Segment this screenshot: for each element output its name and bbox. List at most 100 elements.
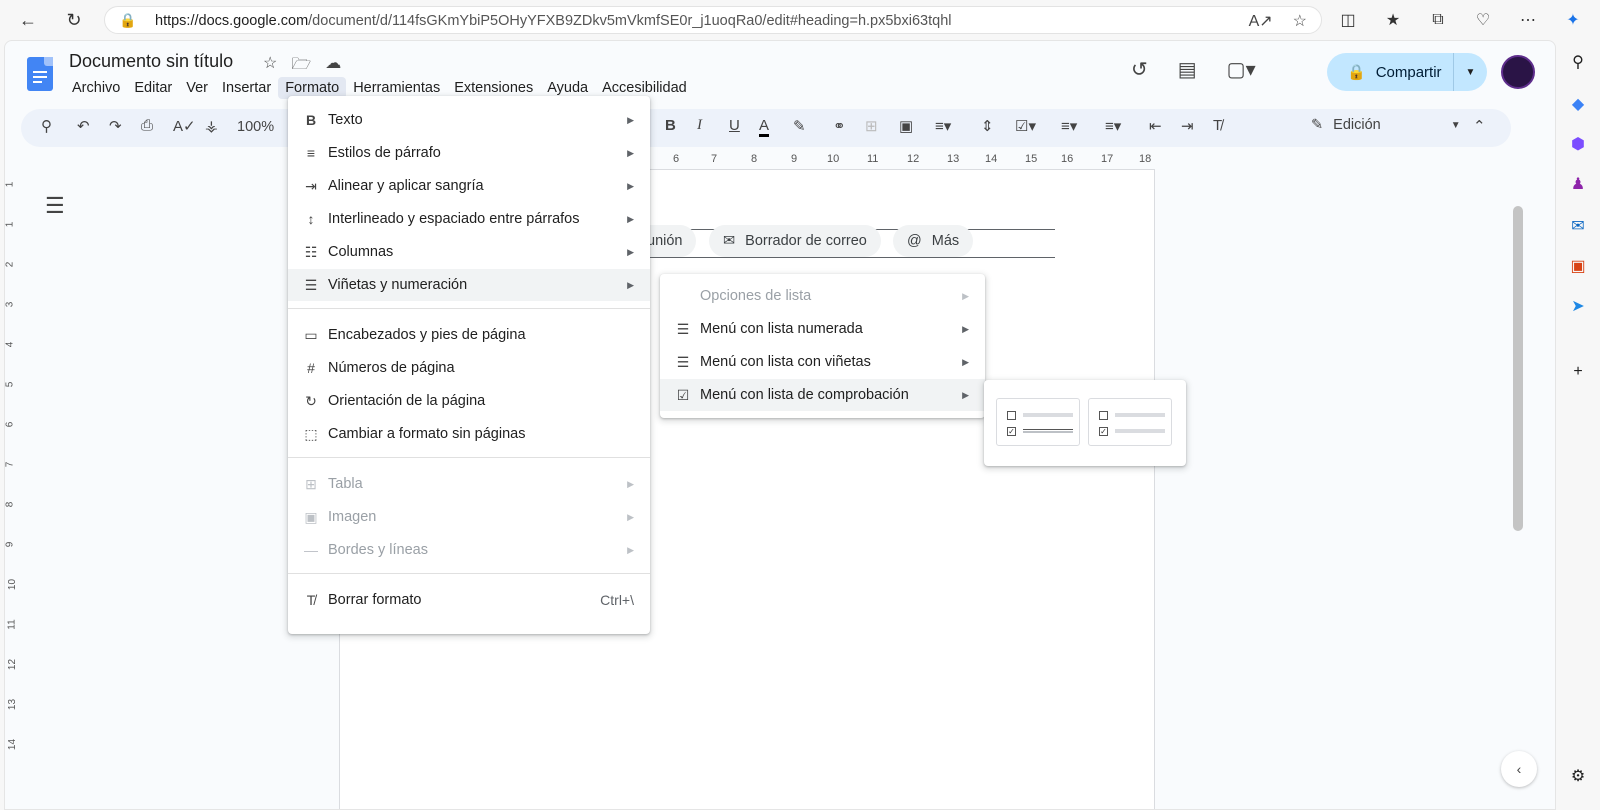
send-icon[interactable]: ➤ — [1564, 292, 1592, 320]
share-button[interactable]: 🔒 Compartir ▼ — [1327, 53, 1487, 91]
menu-item-label: Columnas — [328, 244, 394, 260]
checklist-style-strikethrough[interactable]: ✓ — [996, 398, 1080, 446]
borders-icon: — — [304, 542, 318, 558]
vertical-ruler[interactable]: 1 1 2 3 4 5 6 7 8 9 10 11 12 13 14 — [4, 171, 21, 809]
ruler-number: 16 — [1061, 153, 1074, 165]
hide-menus-icon[interactable]: ⌃ — [1473, 117, 1486, 135]
format-menu-item[interactable]: ⊞ Tabla ▶ — [288, 468, 650, 500]
menu-item-label: Viñetas y numeración — [328, 277, 468, 293]
bullets-menu-item[interactable]: ☰ Menú con lista numerada ▶ — [660, 313, 985, 345]
hash-icon: # — [307, 360, 315, 376]
meet-icon[interactable]: ▢▾ — [1227, 57, 1256, 82]
checklist-style-plain[interactable]: ✓ — [1088, 398, 1172, 446]
reload-icon[interactable]: ↻ — [60, 6, 88, 34]
ruler-number: 10 — [827, 153, 840, 165]
outlook-icon[interactable]: ✉ — [1564, 212, 1592, 240]
paint-format-icon[interactable]: ⚶ — [205, 117, 218, 135]
italic-icon[interactable]: I — [697, 117, 702, 134]
link-icon[interactable]: ⚭ — [833, 117, 846, 135]
line-spacing-icon[interactable]: ⇕ — [981, 117, 994, 135]
redo-icon[interactable]: ↷ — [109, 117, 122, 135]
more-options-icon[interactable]: ⋯ — [1514, 6, 1542, 34]
insert-image-icon[interactable]: ▣ — [899, 117, 913, 135]
collections-icon[interactable]: ⧉ — [1424, 6, 1452, 34]
bullets-menu-item[interactable]: ☑ Menú con lista de comprobación ▶ — [660, 379, 985, 411]
version-history-icon[interactable]: ↺ — [1131, 57, 1148, 82]
submenu-arrow-icon: ▶ — [627, 114, 634, 125]
add-icon[interactable]: + — [1564, 358, 1592, 386]
docs-logo[interactable] — [27, 57, 53, 91]
format-menu-item[interactable]: B Texto ▶ — [288, 104, 650, 136]
format-menu-item[interactable]: ▣ Imagen ▶ — [288, 501, 650, 533]
menu-2[interactable]: Ver — [179, 77, 215, 99]
format-menu-item[interactable]: ↕ Interlineado y espaciado entre párrafos… — [288, 203, 650, 235]
search-menus-icon[interactable]: ⚲ — [41, 117, 52, 135]
settings-icon[interactable]: ⚙ — [1564, 762, 1592, 790]
menu-0[interactable]: Archivo — [65, 77, 127, 99]
address-bar[interactable]: 🔒 https://docs.google.com/document/d/114… — [104, 6, 1322, 34]
copilot-side-icon[interactable]: ⬢ — [1564, 130, 1592, 158]
line-spacing-icon: ↕ — [307, 211, 315, 227]
read-aloud-icon[interactable]: A↗ — [1249, 11, 1273, 31]
format-menu-item[interactable]: T̸ Borrar formato Ctrl+\ — [288, 584, 650, 616]
format-menu-item[interactable]: ⬚ Cambiar a formato sin páginas — [288, 418, 650, 450]
email-draft-chip[interactable]: ✉ Borrador de correo — [709, 225, 881, 257]
undo-icon[interactable]: ↶ — [77, 117, 90, 135]
decrease-indent-icon[interactable]: ⇤ — [1149, 117, 1162, 135]
edge-sidebar: ⚲ ◆ ⬢ ♟ ✉ ▣ ➤ + ⚙ — [1556, 40, 1600, 810]
align-icon[interactable]: ≡▾ — [935, 117, 951, 135]
document-outline-icon[interactable]: ☰ — [45, 193, 65, 219]
print-icon[interactable]: ⎙ — [141, 117, 153, 134]
editing-mode-select[interactable]: ✎ Edición ▼ — [1311, 117, 1461, 133]
menu-item-label: Menú con lista con viñetas — [700, 354, 871, 370]
bold-icon[interactable]: B — [665, 117, 676, 134]
text-color-icon[interactable]: A — [759, 117, 770, 137]
vruler-number: 9 — [4, 541, 16, 548]
star-icon[interactable]: ☆ — [263, 53, 277, 80]
favorite-star-icon[interactable]: ☆ — [1293, 11, 1307, 31]
vertical-scrollbar[interactable] — [1513, 206, 1523, 531]
games-icon[interactable]: ♟ — [1564, 170, 1592, 198]
format-menu-item[interactable]: ≡ Estilos de párrafo ▶ — [288, 137, 650, 169]
back-icon[interactable]: ← — [14, 6, 42, 34]
format-menu-item[interactable]: ↻ Orientación de la página — [288, 385, 650, 417]
format-menu-item[interactable]: # Números de página — [288, 352, 650, 384]
underline-icon[interactable]: U — [729, 117, 740, 134]
share-dropdown-icon[interactable]: ▼ — [1453, 53, 1487, 91]
more-chip[interactable]: @ Más — [893, 225, 974, 257]
spellcheck-icon[interactable]: A✓ — [173, 117, 196, 135]
tools-icon[interactable]: ▣ — [1564, 252, 1592, 280]
browser-essentials-icon[interactable]: ♡ — [1469, 6, 1497, 34]
format-menu-item[interactable]: — Bordes y líneas ▶ — [288, 534, 650, 566]
split-screen-icon[interactable]: ◫ — [1334, 6, 1362, 34]
share-label: Compartir — [1375, 63, 1442, 81]
doc-title[interactable]: Documento sin título — [69, 51, 233, 72]
bullets-menu-item[interactable]: Opciones de lista ▶ — [660, 280, 985, 312]
format-menu-item[interactable]: ▭ Encabezados y pies de página — [288, 319, 650, 351]
avatar[interactable] — [1501, 55, 1535, 89]
zoom-select[interactable]: 100% — [237, 119, 274, 135]
menu-3[interactable]: Insertar — [215, 77, 278, 99]
numbered-list-icon[interactable]: ≡▾ — [1105, 117, 1121, 135]
move-folder-icon[interactable]: 🗁 — [291, 53, 311, 80]
bullet-list-icon[interactable]: ≡▾ — [1061, 117, 1077, 135]
search-icon[interactable]: ⚲ — [1564, 48, 1592, 76]
increase-indent-icon[interactable]: ⇥ — [1181, 117, 1194, 135]
format-menu-item[interactable]: ⇥ Alinear y aplicar sangría ▶ — [288, 170, 650, 202]
format-menu-item[interactable]: ☷ Columnas ▶ — [288, 236, 650, 268]
side-panel-toggle[interactable]: ‹ — [1501, 751, 1537, 787]
add-comment-icon[interactable]: ⊞ — [865, 117, 878, 135]
favorites-icon[interactable]: ★ — [1379, 6, 1407, 34]
clear-formatting-icon[interactable]: T̸ — [1213, 117, 1222, 134]
docs-app: Documento sin título ☆ 🗁 ☁ Archivo Editar… — [4, 40, 1556, 810]
comments-icon[interactable]: ▤ — [1178, 57, 1197, 82]
copilot-icon[interactable]: ✦ — [1559, 6, 1587, 34]
shopping-tag-icon[interactable]: ◆ — [1564, 90, 1592, 118]
bullets-menu-item[interactable]: ☰ Menú con lista con viñetas ▶ — [660, 346, 985, 378]
ruler-number: 7 — [711, 153, 718, 165]
highlight-icon[interactable]: ✎ — [793, 117, 806, 135]
cloud-status-icon[interactable]: ☁ — [325, 53, 341, 80]
format-menu-item[interactable]: ☰ Viñetas y numeración ▶ — [288, 269, 650, 301]
menu-1[interactable]: Editar — [127, 77, 179, 99]
checklist-icon[interactable]: ☑▾ — [1015, 117, 1036, 135]
